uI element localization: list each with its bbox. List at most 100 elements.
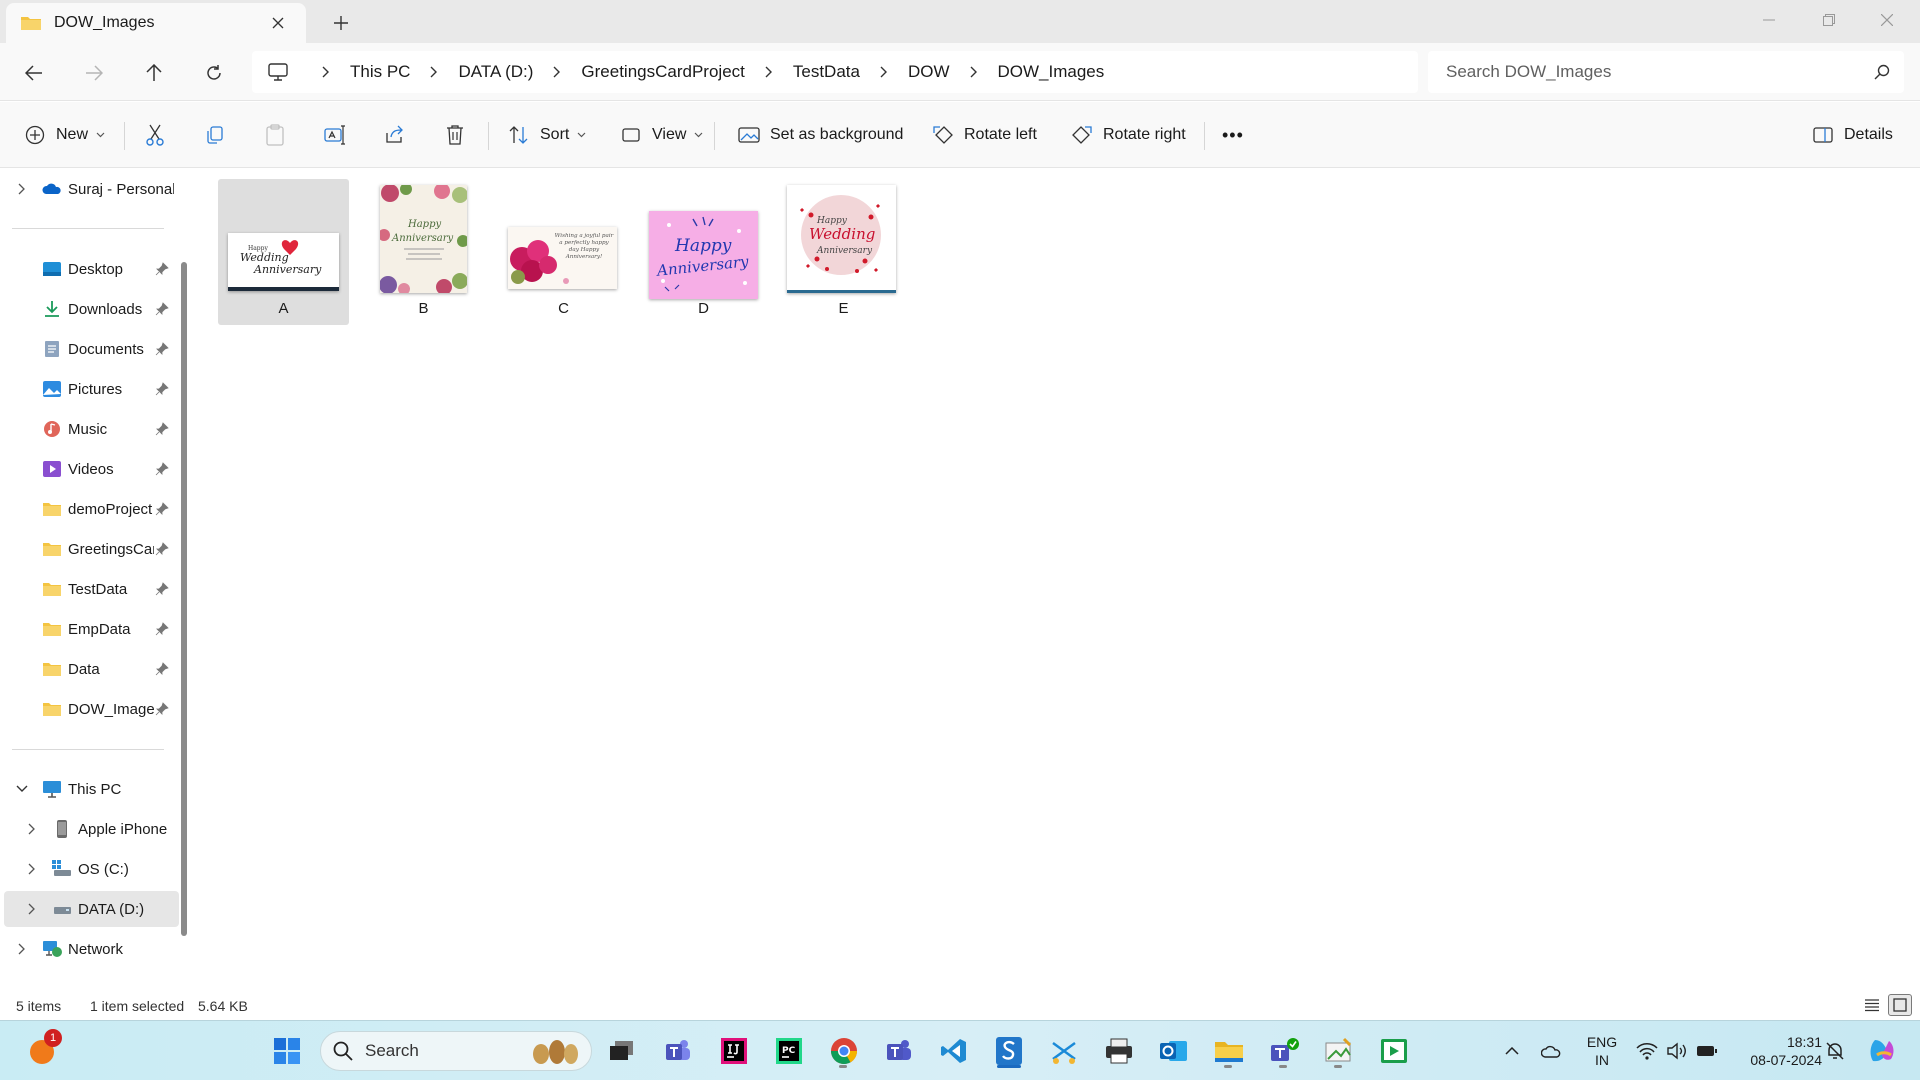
back-button[interactable] [16, 55, 52, 91]
sidebar-item-apple-iphone[interactable]: Apple iPhone [0, 811, 175, 847]
breadcrumb-dow[interactable]: DOW [908, 62, 950, 82]
set-as-background-button[interactable]: Set as background [738, 116, 903, 154]
sidebar-item-demoproject[interactable]: demoProject [0, 491, 175, 527]
chevron-right-icon[interactable] [25, 822, 39, 836]
pin-icon [155, 422, 169, 436]
sidebar-item-this-pc[interactable]: This PC [0, 771, 175, 807]
sidebar-item-testdata[interactable]: TestData [0, 571, 175, 607]
sidebar-item-downloads[interactable]: Downloads [0, 291, 175, 327]
printer-icon[interactable] [1099, 1031, 1139, 1071]
app-s-icon[interactable] [989, 1031, 1029, 1071]
sidebar-item-greetingscar[interactable]: GreetingsCar [0, 531, 175, 567]
task-view-icon[interactable] [602, 1031, 642, 1071]
cut-button[interactable] [144, 116, 176, 154]
close-tab-icon[interactable] [264, 9, 292, 37]
card-art: Happy Wedding Anniversary [799, 195, 881, 275]
sidebar-item-documents[interactable]: Documents [0, 331, 175, 367]
copilot-icon[interactable] [1862, 1031, 1902, 1071]
large-icons-view-button[interactable] [1888, 994, 1912, 1016]
vscode-icon[interactable] [934, 1031, 974, 1071]
sidebar-item-data[interactable]: Data [0, 651, 175, 687]
more-options-button[interactable]: ••• [1222, 116, 1244, 154]
view-button[interactable]: View [620, 116, 703, 154]
address-bar[interactable]: This PC DATA (D:) GreetingsCardProject T… [252, 51, 1418, 93]
details-button[interactable]: Details [1812, 116, 1893, 154]
document-icon [45, 341, 59, 357]
close-window-button[interactable] [1858, 0, 1916, 40]
card-art: Happy Anniversary [380, 185, 467, 293]
show-hidden-icons-chevron-up-icon[interactable] [1494, 1031, 1530, 1071]
details-view-button[interactable] [1860, 994, 1884, 1016]
taskbar-search-input[interactable]: Search [320, 1031, 592, 1071]
chevron-right-icon[interactable] [25, 902, 39, 916]
clock[interactable]: 18:31 08-07-2024 [1734, 1033, 1822, 1069]
file-name: D [698, 300, 709, 317]
battery-icon[interactable] [1690, 1031, 1724, 1071]
sidebar-item-desktop[interactable]: Desktop [0, 251, 175, 287]
delete-button[interactable] [444, 116, 476, 154]
media-player-icon[interactable] [1374, 1031, 1414, 1071]
copy-button[interactable] [204, 116, 236, 154]
sidebar-item-music[interactable]: Music [0, 411, 175, 447]
music-icon [44, 421, 60, 437]
start-icon[interactable] [267, 1031, 307, 1071]
search-placeholder: Search DOW_Images [1446, 62, 1612, 81]
desktop-icon [43, 262, 61, 276]
teams-new-icon[interactable] [1264, 1031, 1304, 1071]
tab-dow-images[interactable]: DOW_Images [6, 3, 306, 43]
sidebar-scrollbar[interactable] [181, 262, 187, 936]
chevron-right-icon[interactable] [25, 862, 39, 876]
file-item-a[interactable]: Happy Wedding Anniversary A [218, 179, 349, 325]
volume-icon[interactable] [1660, 1031, 1694, 1071]
wifi-icon[interactable] [1630, 1031, 1664, 1071]
teams-icon[interactable] [658, 1031, 698, 1071]
breadcrumb-testdata[interactable]: TestData [793, 62, 860, 82]
restore-button[interactable] [1800, 0, 1858, 40]
rename-button[interactable] [324, 116, 356, 154]
breadcrumb-greetingscardproject[interactable]: GreetingsCardProject [581, 62, 744, 82]
rotate-right-button[interactable]: Rotate right [1071, 116, 1186, 154]
sidebar-item-onedrive[interactable]: Suraj - Personal [0, 171, 175, 207]
breadcrumb-data-d[interactable]: DATA (D:) [458, 62, 533, 82]
search-input[interactable]: Search DOW_Images [1428, 51, 1904, 93]
sidebar-item-videos[interactable]: Videos [0, 451, 175, 487]
share-button[interactable] [384, 116, 416, 154]
breadcrumb-this-pc[interactable]: This PC [350, 62, 410, 82]
onedrive-tray-icon[interactable] [1534, 1031, 1570, 1071]
teams-work-icon[interactable] [879, 1031, 919, 1071]
language-indicator[interactable]: ENG IN [1580, 1033, 1624, 1069]
pycharm-icon[interactable]: PC [769, 1031, 809, 1071]
sidebar-item-data-d[interactable]: DATA (D:) [4, 891, 179, 927]
sidebar-item-pictures[interactable]: Pictures [0, 371, 175, 407]
file-item-c[interactable]: Wishing a joyful pair a perfectly happy … [498, 179, 629, 325]
rotate-left-button[interactable]: Rotate left [932, 116, 1037, 154]
snipping-icon[interactable] [1044, 1031, 1084, 1071]
sidebar-item-dow-images[interactable]: DOW_Images [0, 691, 175, 727]
chevron-down-icon[interactable] [15, 782, 29, 796]
forward-button[interactable] [76, 55, 112, 91]
refresh-button[interactable] [196, 55, 232, 91]
outlook-icon[interactable] [1154, 1031, 1194, 1071]
breadcrumb-dow-images[interactable]: DOW_Images [998, 62, 1105, 82]
paste-button[interactable] [264, 116, 296, 154]
chevron-right-icon[interactable] [15, 942, 29, 956]
sidebar-item-os-c[interactable]: OS (C:) [0, 851, 175, 887]
up-button[interactable] [136, 55, 172, 91]
minimize-button[interactable] [1740, 0, 1798, 40]
intellij-icon[interactable] [714, 1031, 754, 1071]
chrome-icon[interactable] [824, 1031, 864, 1071]
copy-icon [204, 124, 226, 146]
paint-icon[interactable] [1319, 1031, 1359, 1071]
new-tab-button[interactable] [326, 8, 356, 38]
file-item-b[interactable]: Happy Anniversary B [358, 179, 489, 325]
notifications-icon[interactable] [1818, 1031, 1852, 1071]
weather-widget-icon[interactable]: 1 [22, 1029, 62, 1071]
sidebar-item-empdata[interactable]: EmpData [0, 611, 175, 647]
chevron-right-icon[interactable] [15, 182, 29, 196]
new-button[interactable]: New [24, 116, 105, 154]
file-explorer-icon[interactable] [1209, 1031, 1249, 1071]
sidebar-item-network[interactable]: Network [0, 931, 175, 967]
file-item-e[interactable]: Happy Wedding Anniversary E [778, 179, 909, 325]
file-item-d[interactable]: Happy Anniversary D [638, 179, 769, 325]
sort-button[interactable]: Sort [508, 116, 586, 154]
